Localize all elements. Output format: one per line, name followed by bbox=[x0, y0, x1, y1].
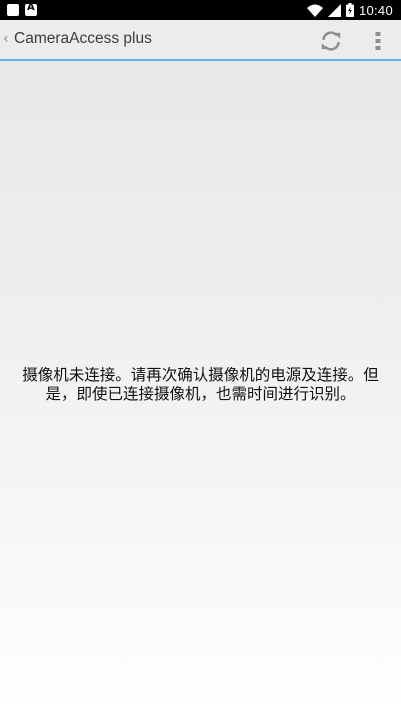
battery-icon bbox=[345, 3, 354, 17]
more-vertical-icon bbox=[375, 32, 381, 50]
status-notifications bbox=[7, 2, 37, 16]
chevron-left-icon[interactable]: ‹ bbox=[3, 31, 9, 47]
action-bar: ‹ CameraAccess plus bbox=[0, 20, 401, 61]
status-bar: 10:40 bbox=[0, 0, 401, 20]
status-indicators: 10:40 bbox=[306, 0, 393, 20]
cell-signal-icon bbox=[327, 3, 341, 17]
app-title[interactable]: CameraAccess plus bbox=[14, 30, 152, 48]
refresh-icon bbox=[321, 31, 341, 51]
overflow-menu-button[interactable] bbox=[368, 29, 388, 53]
status-time: 10:40 bbox=[358, 2, 393, 18]
wifi-icon bbox=[306, 4, 323, 17]
connection-status-message: 摄像机未连接。请再次确认摄像机的电源及连接。但是，即使已连接摄像机，也需时间进行… bbox=[22, 366, 379, 403]
refresh-button[interactable] bbox=[318, 28, 344, 54]
notification-square-icon bbox=[7, 4, 19, 16]
notification-app-icon bbox=[25, 2, 37, 16]
